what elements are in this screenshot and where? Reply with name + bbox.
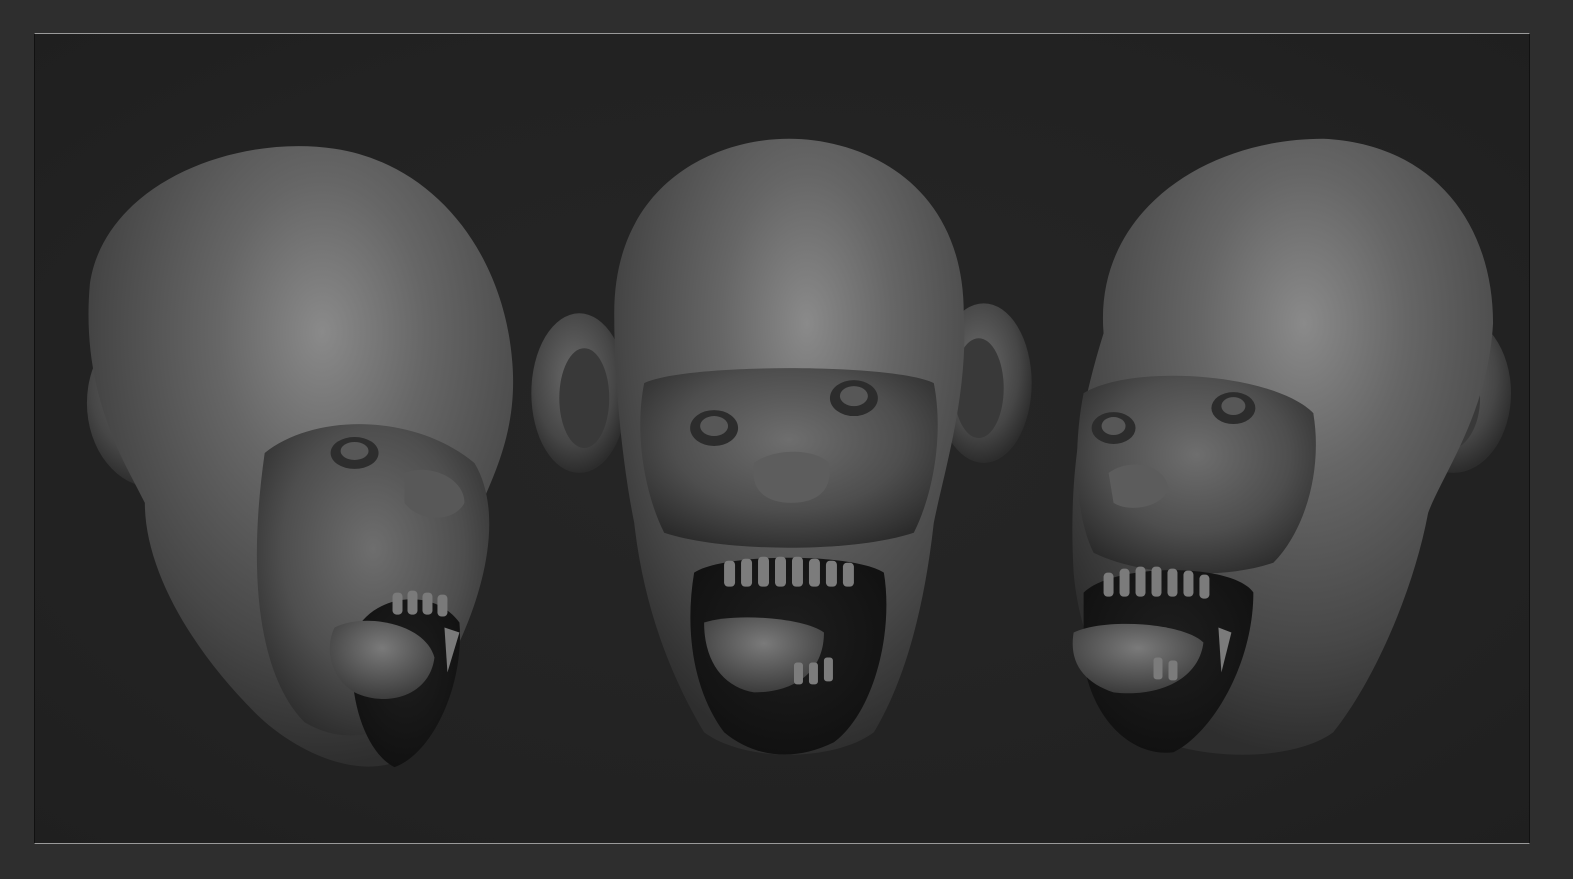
front-head <box>531 138 1032 755</box>
three-quarter-right-head <box>1072 138 1512 755</box>
sculpt-viewport[interactable] <box>34 33 1530 844</box>
sculpt-render <box>86 138 1512 768</box>
three-quarter-left-head <box>86 146 514 768</box>
app-frame <box>0 0 1573 879</box>
